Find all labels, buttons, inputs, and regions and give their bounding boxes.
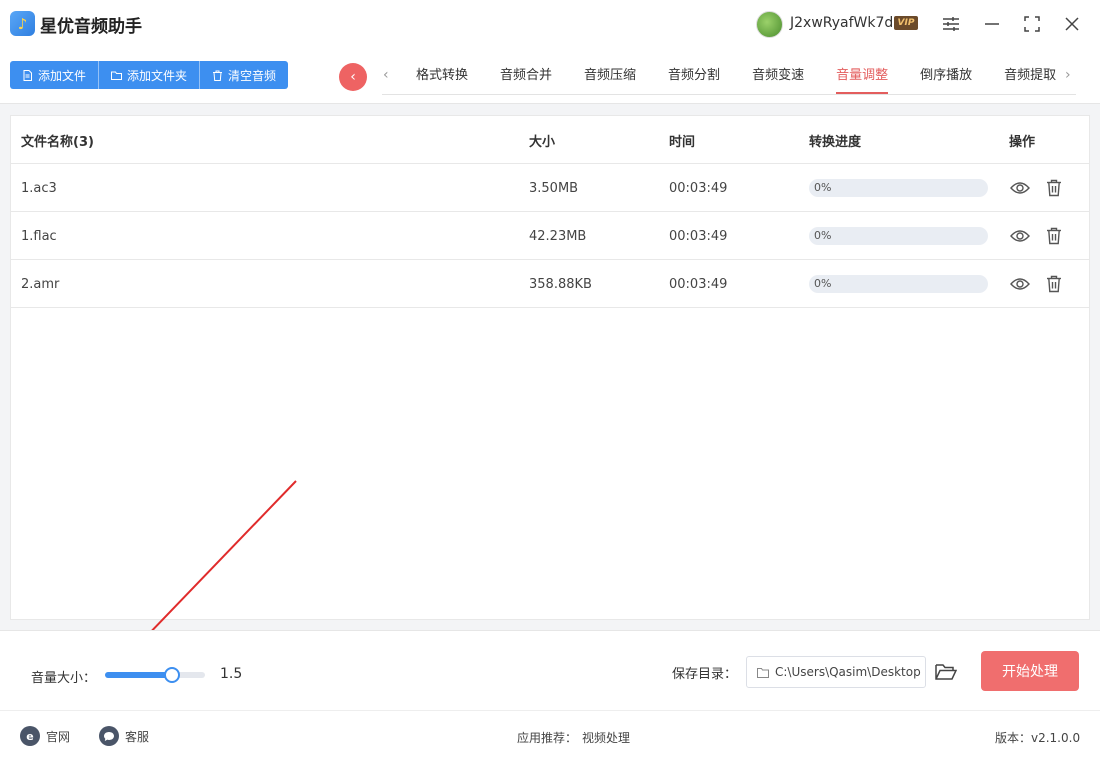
ops-cell (1009, 164, 1065, 212)
file-table: 文件名称(3) 大小 时间 转换进度 操作 1.ac3 3.50MB 00:03… (10, 115, 1090, 620)
website-link[interactable]: e 官网 (20, 726, 70, 746)
progress-text: 0% (814, 229, 832, 242)
ops-cell (1009, 212, 1065, 260)
header-name: 文件名称(3) (21, 134, 94, 150)
tab-volume-adjust[interactable]: 音量调整 (820, 50, 904, 96)
file-duration: 00:03:49 (669, 276, 728, 292)
add-file-button[interactable]: 添加文件 (10, 61, 100, 89)
file-button-group: 添加文件 添加文件夹 清空音频 (10, 61, 289, 89)
file-size: 42.23MB (529, 228, 587, 244)
file-icon (23, 69, 32, 81)
preview-eye-icon[interactable] (1009, 177, 1031, 199)
add-file-label: 添加文件 (38, 68, 87, 83)
file-duration: 00:03:49 (669, 228, 728, 244)
table-row[interactable]: 1.ac3 3.50MB 00:03:49 0% (11, 164, 1089, 212)
tab-format-convert[interactable]: 格式转换 (400, 50, 484, 96)
volume-label: 音量大小： (31, 671, 97, 686)
save-dir-label: 保存目录： (672, 667, 738, 682)
header-progress: 转换进度 (809, 134, 862, 150)
recommend-video-link[interactable]: 视频处理 (582, 729, 630, 746)
save-dir-input[interactable]: C:\Users\Qasim\Desktop (746, 656, 926, 688)
title-bar: ♪ 星优音频助手 J2xwRyafWk7d VIP (0, 0, 1100, 50)
progress-bar: 0% (809, 179, 988, 197)
chat-bubble-icon (99, 726, 119, 746)
maximize-icon[interactable] (1020, 12, 1044, 36)
ie-browser-icon: e (20, 726, 40, 746)
progress-cell: 0% (809, 260, 988, 308)
add-folder-button[interactable]: 添加文件夹 (99, 61, 201, 89)
volume-value: 1.5 (220, 666, 243, 682)
settings-sliders-icon[interactable] (939, 12, 963, 36)
clear-audio-button[interactable]: 清空音频 (200, 61, 288, 89)
tab-reverse-play[interactable]: 倒序播放 (904, 50, 988, 96)
progress-text: 0% (814, 181, 832, 194)
website-label: 官网 (46, 729, 71, 744)
add-folder-label: 添加文件夹 (127, 68, 188, 83)
start-process-button[interactable]: 开始处理 (981, 651, 1079, 691)
toolbar: 添加文件 添加文件夹 清空音频 ‹ ‹ 格式转换 音频合并 音频压缩 音频分割 … (0, 50, 1100, 104)
preview-eye-icon[interactable] (1009, 225, 1031, 247)
progress-bar: 0% (809, 275, 988, 293)
file-name: 2.amr (21, 276, 60, 292)
collapse-chevron-left-icon[interactable]: ‹ (339, 63, 367, 91)
app-title: 星优音频助手 (40, 17, 142, 37)
file-size: 3.50MB (529, 180, 579, 196)
footer: e 官网 客服 应用推荐： 视频处理 版本：v2.1.0.0 (0, 710, 1100, 760)
delete-trash-icon[interactable] (1043, 177, 1065, 199)
progress-cell: 0% (809, 164, 988, 212)
tabs-prev-icon[interactable]: ‹ (383, 67, 389, 83)
clear-audio-label: 清空音频 (228, 68, 277, 83)
delete-trash-icon[interactable] (1043, 273, 1065, 295)
tab-audio-speed[interactable]: 音频变速 (736, 50, 820, 96)
support-link[interactable]: 客服 (99, 726, 149, 746)
volume-slider[interactable] (105, 667, 205, 683)
tab-audio-compress[interactable]: 音频压缩 (568, 50, 652, 96)
settings-panel: 音量大小： 1.5 保存目录： C:\Users\Qasim\Desktop 开… (0, 630, 1100, 710)
close-icon[interactable] (1060, 12, 1084, 36)
progress-bar: 0% (809, 227, 988, 245)
volume-slider-thumb[interactable] (164, 667, 180, 683)
file-duration: 00:03:49 (669, 180, 728, 196)
vip-badge: VIP (894, 16, 918, 30)
preview-eye-icon[interactable] (1009, 273, 1031, 295)
open-folder-icon[interactable] (934, 660, 958, 684)
minimize-icon[interactable] (980, 12, 1004, 36)
header-ops: 操作 (1009, 134, 1036, 150)
tabs-divider (382, 94, 1076, 95)
tabs-next-icon[interactable]: › (1065, 67, 1071, 83)
delete-trash-icon[interactable] (1043, 225, 1065, 247)
file-name: 1.ac3 (21, 180, 57, 196)
recommend-label: 应用推荐： (517, 731, 578, 745)
file-size: 358.88KB (529, 276, 592, 292)
user-avatar[interactable] (756, 11, 783, 38)
table-header: 文件名称(3) 大小 时间 转换进度 操作 (11, 116, 1089, 164)
ops-cell (1009, 260, 1065, 308)
folder-icon (111, 71, 123, 80)
table-row[interactable]: 1.flac 42.23MB 00:03:49 0% (11, 212, 1089, 260)
trash-icon (213, 70, 223, 81)
header-time: 时间 (669, 134, 696, 150)
header-size: 大小 (529, 134, 556, 150)
progress-text: 0% (814, 277, 832, 290)
function-tabs: 格式转换 音频合并 音频压缩 音频分割 音频变速 音量调整 倒序播放 音频提取 (400, 50, 1072, 96)
volume-slider-fill (105, 672, 172, 678)
app-logo-icon: ♪ (10, 11, 35, 36)
tab-audio-split[interactable]: 音频分割 (652, 50, 736, 96)
file-name: 1.flac (21, 228, 57, 244)
user-name[interactable]: J2xwRyafWk7d (790, 15, 893, 31)
version-text: 版本：v2.1.0.0 (995, 731, 1081, 745)
progress-cell: 0% (809, 212, 988, 260)
save-dir-path: C:\Users\Qasim\Desktop (775, 665, 921, 679)
tab-audio-extract[interactable]: 音频提取 (988, 50, 1072, 96)
folder-small-icon (757, 667, 769, 678)
support-label: 客服 (125, 729, 150, 744)
tab-audio-merge[interactable]: 音频合并 (484, 50, 568, 96)
table-row[interactable]: 2.amr 358.88KB 00:03:49 0% (11, 260, 1089, 308)
